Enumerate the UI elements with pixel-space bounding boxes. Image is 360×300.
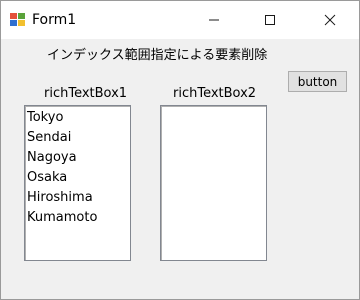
form-window: Form1 インデックス範囲指定による要素削除 button richTextB… (0, 0, 360, 300)
minimize-icon (209, 19, 219, 21)
title-bar[interactable]: Form1 (1, 1, 359, 39)
rich-text-box-1-line: Osaka (27, 170, 68, 185)
rich-text-box-2-label: richTextBox2 (173, 86, 257, 101)
close-button[interactable] (307, 1, 353, 39)
rich-text-box-1[interactable]: Tokyo Sendai Nagoya Osaka Hiroshima Kuma… (24, 105, 131, 261)
rich-text-box-1-line: Kumamoto (27, 210, 98, 225)
window-title: Form1 (32, 12, 77, 28)
form-heading-label: インデックス範囲指定による要素削除 (47, 48, 268, 63)
app-icon (9, 11, 26, 28)
maximize-icon (265, 15, 275, 25)
rich-text-box-1-label: richTextBox1 (44, 86, 128, 101)
rich-text-box-1-line: Tokyo (27, 110, 64, 125)
rich-text-box-1-line: Hiroshima (27, 190, 93, 205)
action-button[interactable]: button (288, 71, 347, 92)
rich-text-box-2[interactable] (160, 105, 267, 261)
minimize-button[interactable] (191, 1, 237, 39)
close-icon (324, 14, 336, 26)
rich-text-box-1-line: Nagoya (27, 150, 77, 165)
rich-text-box-1-line: Sendai (27, 130, 72, 145)
maximize-button[interactable] (247, 1, 293, 39)
